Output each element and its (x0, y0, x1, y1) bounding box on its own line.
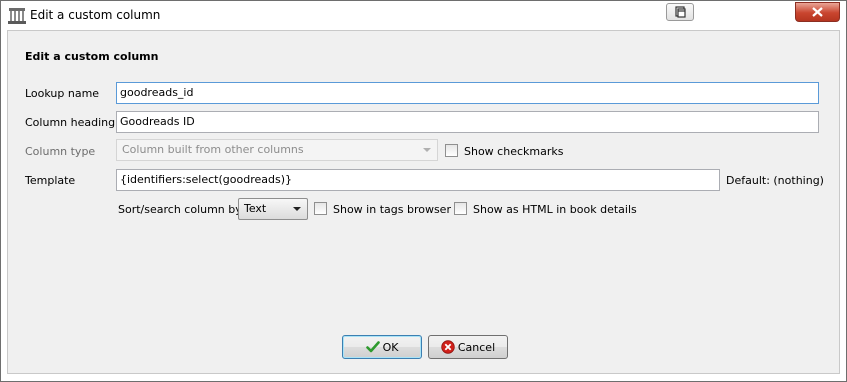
close-icon (796, 7, 839, 24)
cancel-icon (441, 340, 455, 354)
form-heading: Edit a custom column (25, 50, 159, 63)
column-heading-input[interactable]: Goodreads ID (116, 111, 819, 133)
window-title: Edit a custom column (30, 8, 161, 22)
ok-button[interactable]: OK (342, 335, 422, 359)
show-as-html-label: Show as HTML in book details (473, 203, 637, 216)
sort-search-label: Sort/search column by (118, 203, 242, 216)
sort-search-value: Text (244, 202, 267, 215)
template-label: Template (25, 174, 76, 187)
title-bar[interactable]: Edit a custom column (1, 1, 846, 30)
column-type-label: Column type (25, 145, 96, 158)
checkmark-icon (365, 340, 380, 354)
show-in-tags-browser-label: Show in tags browser (333, 203, 451, 216)
template-default-text: Default: (nothing) (726, 174, 824, 187)
column-heading-label: Column heading (25, 116, 116, 129)
close-button[interactable] (795, 2, 840, 22)
chevron-down-icon (423, 148, 431, 152)
dialog-content: Edit a custom column Lookup name goodrea… (7, 30, 840, 374)
cancel-label: Cancel (457, 340, 496, 354)
show-checkmarks-label: Show checkmarks (464, 145, 564, 158)
show-in-tags-browser-checkbox[interactable] (314, 202, 327, 215)
column-type-select[interactable]: Column built from other columns (116, 139, 438, 161)
calibre-library-icon (8, 7, 26, 24)
lookup-name-label: Lookup name (25, 87, 100, 100)
template-input[interactable]: {identifiers:select(goodreads)} (116, 169, 720, 191)
column-type-value: Column built from other columns (122, 143, 304, 156)
lookup-name-input[interactable]: goodreads_id (116, 82, 819, 104)
show-checkmarks-checkbox[interactable] (445, 144, 458, 157)
cancel-button[interactable]: Cancel (428, 335, 508, 359)
show-as-html-checkbox[interactable] (454, 202, 467, 215)
ok-label: OK (382, 340, 399, 354)
sort-search-select[interactable]: Text (238, 198, 308, 220)
chevron-down-icon (293, 207, 301, 211)
restore-button[interactable] (666, 3, 694, 21)
restore-icon (667, 6, 693, 23)
dialog-window: Edit a custom column Edit a custom colum… (0, 0, 847, 382)
